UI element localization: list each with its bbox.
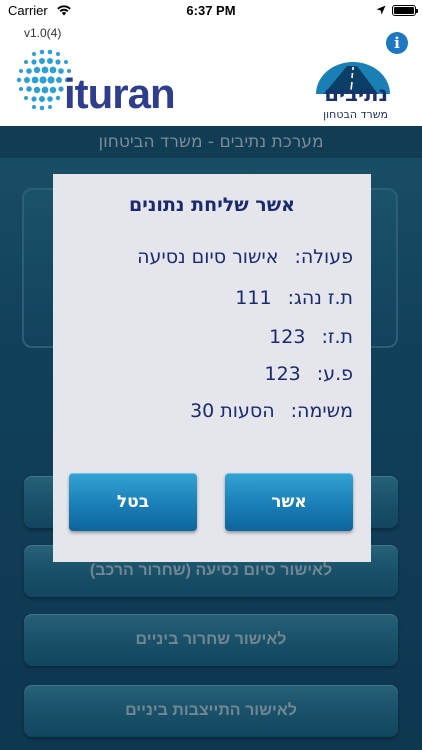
status-time: 6:37 PM <box>186 3 236 18</box>
field-work-code: פ.ע: 123 <box>264 363 353 385</box>
field-id-label: ת.ז: <box>321 326 353 348</box>
field-task-label: משימה: <box>290 400 353 422</box>
status-bar: Carrier 6:37 PM <box>0 0 422 22</box>
field-driver-id: ת.ז נהג: 111 <box>235 287 353 309</box>
app-header: v1.0(4) ituran i נתיבים משרד הבטחון <box>0 22 422 126</box>
version-label: v1.0(4) <box>24 26 62 40</box>
dialog-title: אשר שליחת נתונים <box>129 194 295 216</box>
field-id-value: 123 <box>269 326 306 348</box>
battery-icon <box>392 5 418 16</box>
field-id: ת.ז: 123 <box>269 326 353 348</box>
field-action-label: פעולה: <box>294 246 353 268</box>
field-action: פעולה: אישור סיום נסיעה <box>137 246 353 268</box>
confirm-button[interactable]: אשר <box>225 473 353 531</box>
cancel-button[interactable]: בטל <box>69 473 197 531</box>
field-task-value: הסעות 30 <box>190 400 275 422</box>
location-icon <box>376 5 386 15</box>
ituran-logo: ituran <box>64 70 176 117</box>
field-task: משימה: הסעות 30 <box>190 400 353 422</box>
field-driver-id-value: 111 <box>235 287 272 309</box>
confirm-send-dialog: אשר שליחת נתונים פעולה: אישור סיום נסיעה… <box>53 174 371 562</box>
netivim-title: נתיבים <box>324 82 388 106</box>
field-action-value: אישור סיום נסיעה <box>137 246 279 268</box>
field-work-code-value: 123 <box>264 363 301 385</box>
field-driver-id-label: ת.ז נהג: <box>287 287 353 309</box>
info-icon[interactable]: i <box>386 32 408 54</box>
netivim-subtitle: משרד הבטחון <box>323 108 388 121</box>
field-work-code-label: פ.ע: <box>316 363 353 385</box>
